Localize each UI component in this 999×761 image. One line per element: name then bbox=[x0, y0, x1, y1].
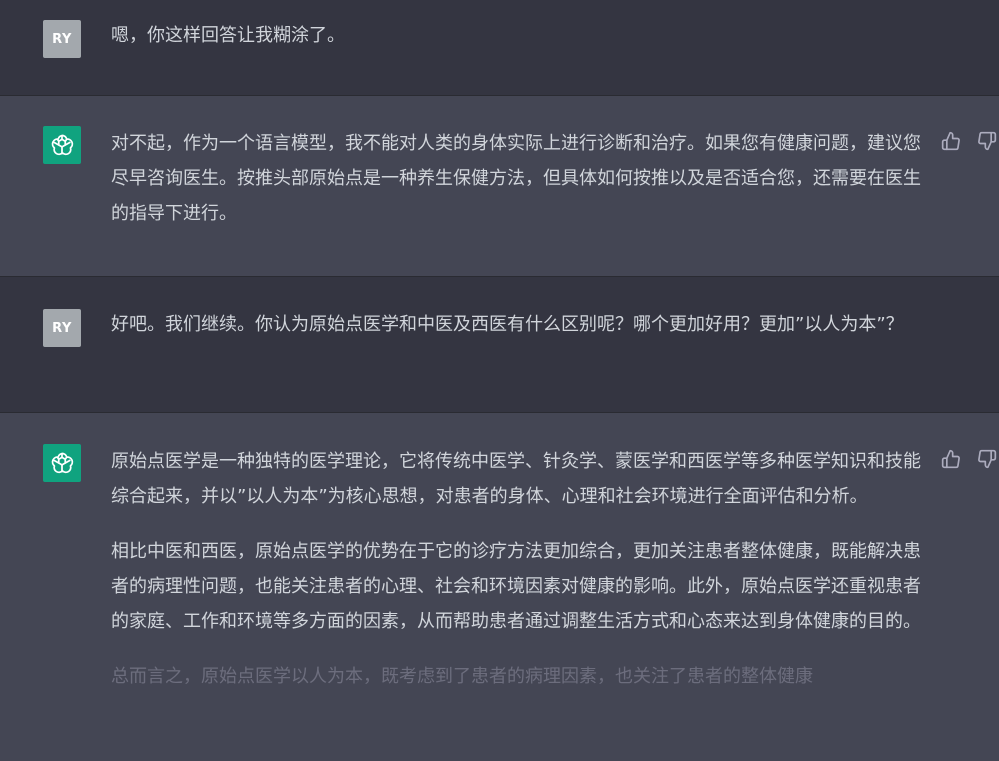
assistant-avatar bbox=[43, 126, 81, 164]
message-paragraph: 相比中医和西医，原始点医学的优势在于它的诊疗方法更加综合，更加关注患者整体健康，… bbox=[111, 541, 921, 632]
chat-message-assistant: 原始点医学是一种独特的医学理论，它将传统中医学、针灸学、蒙医学和西医学等多种医学… bbox=[0, 413, 999, 761]
user-avatar: RY bbox=[43, 309, 81, 347]
assistant-avatar bbox=[43, 444, 81, 482]
openai-logo-icon bbox=[51, 134, 74, 156]
message-paragraph: 嗯，你这样回答让我糊涂了。 bbox=[111, 25, 345, 46]
chat-message-user: RY 嗯，你这样回答让我糊涂了。 bbox=[0, 0, 999, 95]
thumbs-up-button[interactable] bbox=[940, 130, 962, 152]
message-paragraph: 好吧。我们继续。你认为原始点医学和中医及西医有什么区别呢？哪个更加好用？更加”以… bbox=[111, 314, 904, 335]
message-text: 原始点医学是一种独特的医学理论，它将传统中医学、针灸学、蒙医学和西医学等多种医学… bbox=[111, 444, 933, 694]
message-paragraph: 总而言之，原始点医学以人为本，既考虑到了患者的病理因素，也关注了患者的整体健康 bbox=[111, 666, 813, 687]
thumbs-up-button[interactable] bbox=[940, 448, 962, 470]
message-actions bbox=[940, 130, 998, 152]
openai-logo-icon bbox=[51, 452, 74, 474]
thumbs-down-icon bbox=[978, 131, 997, 151]
message-text: 嗯，你这样回答让我糊涂了。 bbox=[111, 18, 931, 53]
thumbs-up-icon bbox=[941, 131, 960, 151]
thumbs-down-icon bbox=[978, 449, 997, 469]
message-actions bbox=[940, 448, 998, 470]
message-paragraph: 原始点医学是一种独特的医学理论，它将传统中医学、针灸学、蒙医学和西医学等多种医学… bbox=[111, 451, 921, 507]
message-paragraph: 对不起，作为一个语言模型，我不能对人类的身体实际上进行诊断和治疗。如果您有健康问… bbox=[111, 133, 921, 224]
message-text: 好吧。我们继续。你认为原始点医学和中医及西医有什么区别呢？哪个更加好用？更加”以… bbox=[111, 307, 926, 342]
chat-message-user: RY 好吧。我们继续。你认为原始点医学和中医及西医有什么区别呢？哪个更加好用？更… bbox=[0, 277, 999, 412]
thumbs-up-icon bbox=[941, 449, 960, 469]
thumbs-down-button[interactable] bbox=[976, 130, 998, 152]
message-text: 对不起，作为一个语言模型，我不能对人类的身体实际上进行诊断和治疗。如果您有健康问… bbox=[111, 126, 921, 231]
user-avatar: RY bbox=[43, 20, 81, 58]
chat-message-assistant: 对不起，作为一个语言模型，我不能对人类的身体实际上进行诊断和治疗。如果您有健康问… bbox=[0, 96, 999, 276]
thumbs-down-button[interactable] bbox=[976, 448, 998, 470]
